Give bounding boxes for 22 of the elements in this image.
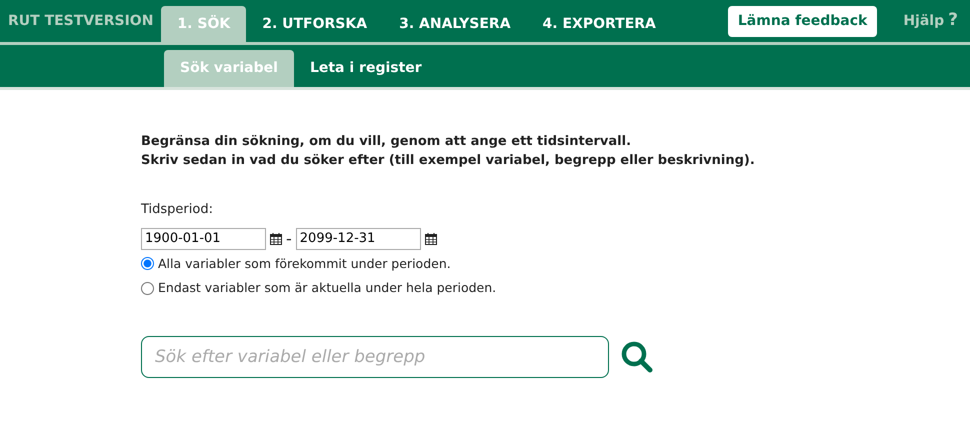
- radio-button[interactable]: [141, 257, 154, 270]
- nav-tab[interactable]: 3. ANALYSERA: [383, 6, 527, 42]
- radio-label: Alla variabler som förekommit under perioden.: [158, 254, 451, 273]
- calendar-icon[interactable]: [424, 232, 437, 244]
- sub-tab[interactable]: Leta i register: [294, 50, 438, 87]
- date-field[interactable]: 2099-12-31: [296, 228, 421, 250]
- radio-label: Endast variabler som är aktuella under hela perioden.: [158, 279, 496, 298]
- feedback-button[interactable]: Lämna feedback: [728, 6, 878, 36]
- search-field[interactable]: Sök efter variabel eller begrepp: [141, 336, 609, 378]
- intro-text: Begränsa din sökning, om du vill, genom att ange ett tidsintervall.: [141, 133, 632, 151]
- help-icon[interactable]: ?: [948, 8, 958, 34]
- nav-tab[interactable]: 2. UTFORSKA: [246, 6, 384, 42]
- date-separator: -: [286, 228, 292, 250]
- nav-tab[interactable]: 4. EXPORTERA: [526, 6, 672, 42]
- search-icon[interactable]: [621, 341, 653, 373]
- intro-text: Skriv sedan in vad du söker efter (till exempel variabel, begrepp eller beskrivning).: [141, 152, 756, 170]
- help-link[interactable]: Hjälp: [903, 10, 944, 32]
- date-field[interactable]: 1900-01-01: [141, 228, 266, 250]
- brand-name: RUT TESTVERSION: [7, 12, 154, 30]
- radio-button[interactable]: [141, 282, 154, 296]
- period-label: Tidsperiod:: [141, 201, 214, 219]
- calendar-icon[interactable]: [270, 232, 282, 244]
